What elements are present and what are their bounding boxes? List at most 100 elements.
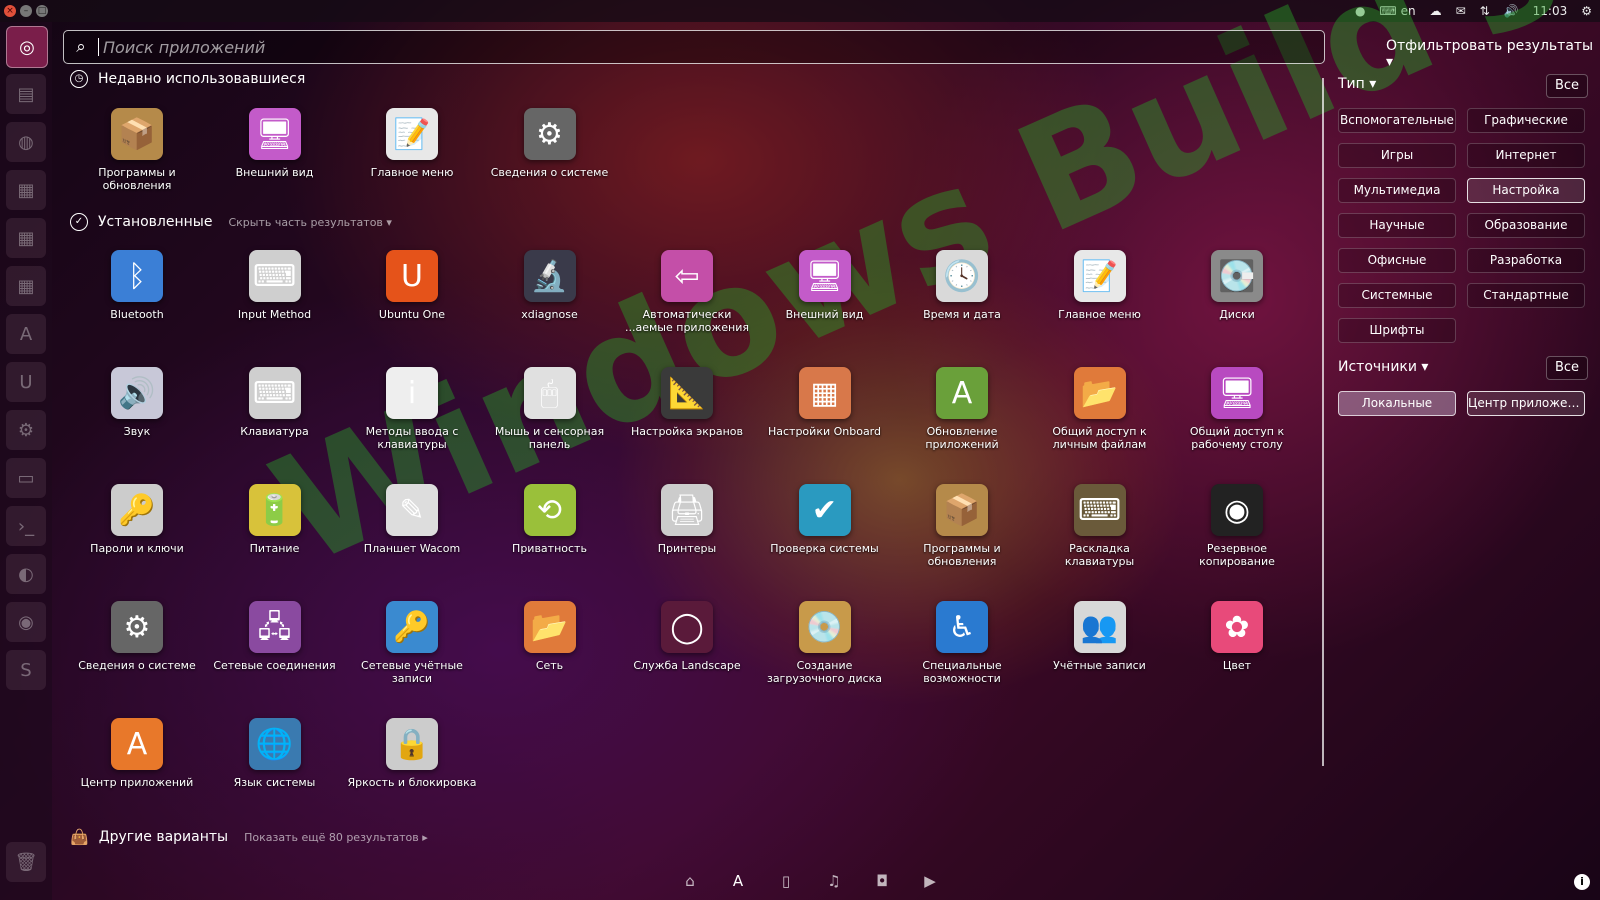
launcher-app2-icon[interactable]: ◉ — [6, 602, 46, 642]
type-filter-option[interactable]: Графические — [1467, 108, 1585, 133]
type-filter-option[interactable]: Игры — [1338, 143, 1456, 168]
type-filter-option[interactable]: Системные — [1338, 283, 1456, 308]
app-launcher-item[interactable]: 📂 Общий доступ к личным файлам — [1035, 367, 1165, 451]
app-launcher-item[interactable]: 💽 Диски — [1172, 250, 1302, 321]
launcher-ubuntu-one-icon[interactable]: U — [6, 362, 46, 402]
app-launcher-item[interactable]: i Методы ввода с клавиатуры — [347, 367, 477, 451]
home-lens-icon[interactable]: ⌂ — [680, 872, 700, 890]
app-launcher-item[interactable]: 📦 Программы и обновления — [72, 108, 202, 192]
network-indicator-icon[interactable]: ⇅ — [1480, 4, 1490, 18]
type-filter-option[interactable]: Образование — [1467, 213, 1585, 238]
app-launcher-item[interactable]: ⌨ Раскладка клавиатуры — [1035, 484, 1165, 568]
type-filter-option[interactable]: Офисные — [1338, 248, 1456, 273]
type-filter-option[interactable]: Шрифты — [1338, 318, 1456, 343]
app-launcher-item[interactable]: ♿ Специальные возможности — [897, 601, 1027, 685]
app-launcher-item[interactable]: ◉ Резервное копирование — [1172, 484, 1302, 568]
search-input[interactable] — [101, 36, 1324, 58]
app-launcher-item[interactable]: 🔒 Яркость и блокировка — [347, 718, 477, 789]
volume-icon[interactable]: 🔊 — [1504, 4, 1519, 18]
type-filter-option[interactable]: Вспомогательные — [1338, 108, 1456, 133]
app-launcher-item[interactable]: 📐 Настройка экранов — [622, 367, 752, 438]
show-more-results[interactable]: Показать ещё 80 результатов ▸ — [244, 831, 428, 844]
app-launcher-item[interactable]: 🕓 Время и дата — [897, 250, 1027, 321]
app-launcher-item[interactable]: 🖥 Внешний вид — [210, 108, 340, 179]
app-launcher-item[interactable]: 📝 Главное меню — [1035, 250, 1165, 321]
source-filter-option[interactable]: Локальные — [1338, 391, 1456, 416]
app-launcher-item[interactable]: ᛒ Bluetooth — [72, 250, 202, 321]
search-bar[interactable]: ⌕ — [63, 30, 1325, 64]
minimize-icon[interactable]: – — [20, 5, 32, 17]
app-launcher-item[interactable]: ⇦ Автоматически ...аемые приложения — [622, 250, 752, 334]
info-icon[interactable]: i — [1574, 874, 1590, 890]
app-launcher-item[interactable]: 📝 Главное меню — [347, 108, 477, 179]
app-launcher-item[interactable]: 👥 Учётные записи — [1035, 601, 1165, 672]
app-launcher-item[interactable]: 🖥 Общий доступ к рабочему столу — [1172, 367, 1302, 451]
type-all-button[interactable]: Все — [1546, 74, 1588, 98]
close-icon[interactable]: × — [4, 5, 16, 17]
launcher-settings-icon[interactable]: ⚙ — [6, 410, 46, 450]
launcher-app-icon[interactable]: ◐ — [6, 554, 46, 594]
cloud-icon[interactable]: ☁ — [1430, 4, 1442, 18]
launcher-files-icon[interactable]: ▤ — [6, 74, 46, 114]
app-launcher-item[interactable]: 🔬 xdiagnose — [485, 250, 615, 321]
launcher-browser-icon[interactable]: ◍ — [6, 122, 46, 162]
app-launcher-item[interactable]: ✎ Планшет Wacom — [347, 484, 477, 555]
launcher-impress-icon[interactable]: ▦ — [6, 266, 46, 306]
app-launcher-item[interactable]: ▦ Настройки Onboard — [760, 367, 890, 438]
app-launcher-item[interactable]: 🔋 Питание — [210, 484, 340, 555]
app-launcher-item[interactable]: ⌨ Клавиатура — [210, 367, 340, 438]
hide-results-toggle[interactable]: Скрыть часть результатов ▾ — [228, 216, 391, 229]
app-launcher-item[interactable]: 🔊 Звук — [72, 367, 202, 438]
app-launcher-item[interactable]: ⚙ Сведения о системе — [485, 108, 615, 179]
app-launcher-item[interactable]: A Обновление приложений — [897, 367, 1027, 451]
app-launcher-item[interactable]: 🌐 Язык системы — [210, 718, 340, 789]
app-launcher-item[interactable]: 🖥 Внешний вид — [760, 250, 890, 321]
launcher-calc-icon[interactable]: ▦ — [6, 218, 46, 258]
app-launcher-item[interactable]: ⟲ Приватность — [485, 484, 615, 555]
app-launcher-item[interactable]: U Ubuntu One — [347, 250, 477, 321]
app-launcher-item[interactable]: 🔑 Сетевые учётные записи — [347, 601, 477, 685]
sources-all-button[interactable]: Все — [1546, 356, 1588, 380]
trash-icon[interactable]: 🗑 — [6, 842, 46, 882]
source-filter-option[interactable]: Центр приложен... — [1467, 391, 1585, 416]
launcher-software-center-icon[interactable]: A — [6, 314, 46, 354]
video-lens-icon[interactable]: ▶ — [920, 872, 940, 890]
files-lens-icon[interactable]: ▯ — [776, 872, 796, 890]
type-filter-header[interactable]: Тип ▾ — [1338, 76, 1376, 92]
app-launcher-item[interactable]: 🔑 Пароли и ключи — [72, 484, 202, 555]
type-filter-option[interactable]: Интернет — [1467, 143, 1585, 168]
app-launcher-item[interactable]: 🖨 Принтеры — [622, 484, 752, 555]
filter-results-toggle[interactable]: Отфильтровать результаты ▾ — [1386, 38, 1600, 70]
launcher-terminal-icon[interactable]: ›_ — [6, 506, 46, 546]
mail-icon[interactable]: ✉ — [1456, 4, 1466, 18]
maximize-icon[interactable]: □ — [36, 5, 48, 17]
messaging-icon[interactable]: ● — [1355, 4, 1365, 18]
app-launcher-item[interactable]: 📦 Программы и обновления — [897, 484, 1027, 568]
app-launcher-item[interactable]: 📂 Сеть — [485, 601, 615, 672]
music-lens-icon[interactable]: ♫ — [824, 872, 844, 890]
sources-filter-header[interactable]: Источники ▾ — [1338, 359, 1428, 375]
launcher-writer-icon[interactable]: ▦ — [6, 170, 46, 210]
app-launcher-item[interactable]: 🖧 Сетевые соединения — [210, 601, 340, 672]
app-launcher-item[interactable]: A Центр приложений — [72, 718, 202, 789]
type-filter-option[interactable]: Настройка — [1467, 178, 1585, 203]
app-launcher-item[interactable]: ⌨ Input Method — [210, 250, 340, 321]
app-launcher-item[interactable]: 💿 Создание загрузочного диска — [760, 601, 890, 685]
session-gear-icon[interactable]: ⚙ — [1581, 4, 1592, 18]
app-launcher-item[interactable]: ◯ Служба Landscape — [622, 601, 752, 672]
keyboard-indicator[interactable]: ⌨ en — [1379, 4, 1415, 18]
type-filter-option[interactable]: Разработка — [1467, 248, 1585, 273]
app-launcher-item[interactable]: ✔ Проверка системы — [760, 484, 890, 555]
type-filter-option[interactable]: Стандартные — [1467, 283, 1585, 308]
app-launcher-item[interactable]: 🖱 Мышь и сенсорная панель — [485, 367, 615, 451]
clock[interactable]: 11:03 — [1533, 4, 1568, 18]
app-launcher-item[interactable]: ✿ Цвет — [1172, 601, 1302, 672]
type-filter-option[interactable]: Научные — [1338, 213, 1456, 238]
dash-home-icon[interactable]: ◎ — [6, 26, 48, 68]
photos-lens-icon[interactable]: ◘ — [872, 872, 892, 890]
app-launcher-item[interactable]: ⚙ Сведения о системе — [72, 601, 202, 672]
applications-lens-icon[interactable]: A — [728, 872, 748, 890]
launcher-skype-icon[interactable]: S — [6, 650, 46, 690]
launcher-window-icon[interactable]: ▭ — [6, 458, 46, 498]
type-filter-option[interactable]: Мультимедиа — [1338, 178, 1456, 203]
